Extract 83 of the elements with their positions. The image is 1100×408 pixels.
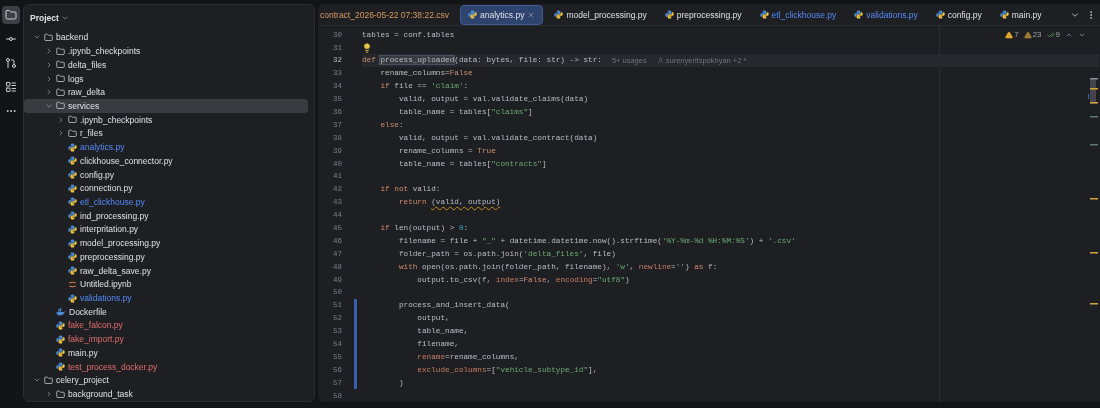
- tree-item[interactable]: .ipynb_checkpoints: [24, 44, 308, 58]
- tree-item[interactable]: interpritation.py: [24, 222, 308, 237]
- tree-item[interactable]: logs: [24, 71, 308, 86]
- tree-item[interactable]: raw_delta: [24, 85, 308, 100]
- python-file-icon: [68, 142, 77, 152]
- python-file-icon: [68, 266, 77, 276]
- python-file-icon: [56, 348, 65, 358]
- toolbar-button[interactable]: [2, 6, 20, 24]
- python-file-icon: [56, 320, 65, 330]
- editor-tab[interactable]: analytics.py: [460, 4, 544, 25]
- editor-tab[interactable]: validations.py: [847, 5, 925, 24]
- tree-item[interactable]: model_processing.py: [24, 236, 308, 250]
- folder-icon: [68, 115, 77, 125]
- tree-item[interactable]: fake_import.py: [24, 332, 308, 346]
- python-file-icon: [935, 10, 945, 20]
- folder-icon: [44, 32, 53, 42]
- editor-tab[interactable]: model_processing.py: [547, 5, 654, 24]
- person-icon: [656, 56, 664, 64]
- python-file-icon: [68, 183, 77, 193]
- tree-item[interactable]: config.py: [24, 167, 308, 182]
- tree-item[interactable]: Untitled.ipynb: [24, 277, 308, 292]
- inspection-count[interactable]: 7: [1005, 30, 1019, 40]
- python-file-icon: [68, 224, 77, 234]
- tree-item[interactable]: backend: [24, 30, 308, 45]
- python-file-icon: [68, 211, 77, 221]
- editor-tab[interactable]: etl_clickhouse.py: [752, 5, 844, 24]
- tree-item[interactable]: delta_files: [24, 57, 308, 72]
- python-file-icon: [56, 362, 65, 372]
- folder-icon: [56, 87, 65, 97]
- python-file-icon: [68, 170, 77, 180]
- whale-icon: [56, 307, 66, 316]
- check-icon: [1046, 30, 1055, 39]
- editor-tab[interactable]: preprocessing.py: [657, 5, 749, 24]
- folder-icon: [5, 9, 17, 21]
- editor-tab[interactable]: main.py: [992, 5, 1049, 24]
- python-file-icon: [554, 10, 564, 20]
- inspection-count[interactable]: 9: [1046, 30, 1060, 40]
- tree-item[interactable]: preprocessing.py: [24, 250, 308, 264]
- tree-item[interactable]: services: [24, 99, 308, 113]
- tree-item[interactable]: main.py: [24, 346, 308, 360]
- folder-icon: [68, 128, 77, 138]
- warning-icon: [1005, 30, 1014, 39]
- python-file-icon: [854, 10, 864, 20]
- tree-item[interactable]: fake_falcon.py: [24, 318, 308, 333]
- folder-icon: [56, 389, 65, 399]
- tree-item[interactable]: connection.py: [24, 181, 308, 196]
- notebook-icon: [68, 279, 77, 289]
- python-file-icon: [999, 10, 1009, 20]
- close-icon[interactable]: [527, 10, 536, 19]
- structure-icon: [5, 81, 17, 93]
- tree-item[interactable]: etl_clickhouse.py: [24, 195, 308, 209]
- folder-icon: [56, 60, 65, 70]
- python-file-icon: [68, 197, 77, 207]
- tree-item[interactable]: Dockerfile: [24, 304, 308, 319]
- python-file-icon: [56, 334, 65, 344]
- tree-item[interactable]: raw_delta_save.py: [24, 263, 308, 278]
- inspection-count[interactable]: 23: [1023, 30, 1042, 40]
- pull-request-icon: [5, 57, 17, 69]
- tree-item[interactable]: celery_project: [24, 373, 308, 388]
- python-file-icon: [68, 293, 77, 303]
- tree-item[interactable]: r_files: [24, 126, 308, 141]
- tree-item[interactable]: background_task: [24, 387, 308, 401]
- tree-item[interactable]: clickhouse_connector.py: [24, 153, 308, 168]
- python-file-icon: [68, 252, 77, 262]
- panel-title[interactable]: Project: [30, 12, 59, 23]
- lightbulb-icon[interactable]: [362, 42, 372, 53]
- warning-icon: [1023, 30, 1032, 39]
- folder-icon: [56, 46, 65, 56]
- python-file-icon: [759, 10, 769, 20]
- python-file-icon: [664, 10, 674, 20]
- editor-tab[interactable]: config.py: [928, 5, 989, 24]
- python-file-icon: [68, 238, 77, 248]
- editor-tab[interactable]: contract_2026-05-22 07:38:22.csv: [318, 5, 456, 24]
- tree-item[interactable]: analytics.py: [24, 140, 308, 154]
- folder-icon: [44, 375, 53, 385]
- python-file-icon: [68, 156, 77, 166]
- tree-item[interactable]: validations.py: [24, 291, 308, 305]
- tree-item[interactable]: ind_processing.py: [24, 208, 308, 223]
- python-file-icon: [468, 10, 477, 20]
- folder-icon: [56, 74, 65, 83]
- folder-icon: [56, 101, 65, 111]
- tree-item[interactable]: test_process_docker.py: [24, 359, 308, 374]
- tree-item[interactable]: .ipynb_checkpoints: [24, 112, 308, 127]
